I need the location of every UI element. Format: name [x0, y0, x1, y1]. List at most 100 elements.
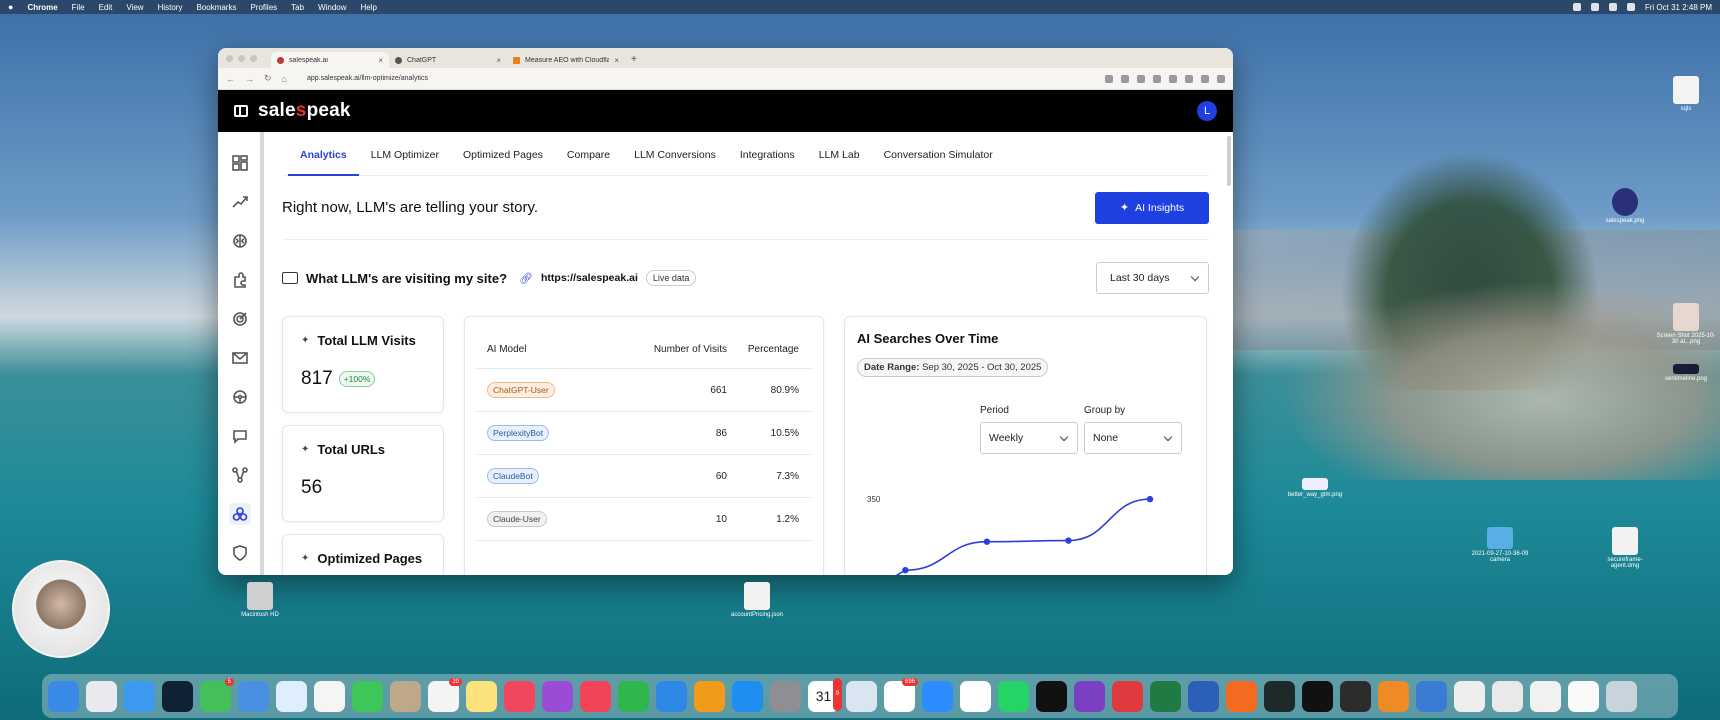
launchpad-icon[interactable] — [86, 680, 117, 712]
app-icon[interactable] — [1036, 680, 1067, 712]
apple-icon[interactable]: ● — [8, 2, 13, 12]
tab-llm-lab[interactable]: LLM Lab — [807, 149, 872, 175]
window-thumbnail[interactable] — [1492, 680, 1523, 712]
ai-insights-button[interactable]: ✦ AI Insights — [1095, 191, 1209, 224]
news-icon[interactable] — [580, 680, 611, 712]
maps-icon[interactable] — [276, 680, 307, 712]
desktop-file-screenshot[interactable]: Screen Shot 2025-10-30 at...png — [1656, 303, 1716, 345]
calendar-icon[interactable]: 31 9 — [808, 677, 842, 712]
music-icon[interactable] — [504, 680, 535, 712]
menu-help[interactable]: Help — [361, 3, 377, 12]
activity-monitor-icon[interactable] — [1264, 680, 1295, 712]
menu-tab[interactable]: Tab — [291, 3, 304, 12]
app-icon[interactable] — [1340, 680, 1371, 712]
file-icon[interactable] — [1454, 680, 1485, 712]
extension-icon[interactable] — [1169, 74, 1177, 83]
nav-dashboard-icon[interactable] — [229, 152, 251, 174]
group-by-select[interactable]: None — [1084, 422, 1182, 454]
menubar-app-name[interactable]: Chrome — [27, 3, 57, 12]
address-bar[interactable]: app.salespeak.ai/llm-optimize/analytics — [297, 71, 1095, 86]
mail-icon[interactable] — [238, 680, 269, 712]
excel-icon[interactable] — [1150, 680, 1181, 712]
data-point[interactable] — [902, 566, 909, 574]
reload-icon[interactable]: ↻ — [264, 73, 272, 84]
finder-icon[interactable] — [48, 680, 79, 712]
app-icon[interactable] — [1416, 680, 1447, 712]
app-icon[interactable] — [1112, 680, 1143, 712]
desktop-file-salespeak-png[interactable]: salespeak.png — [1595, 188, 1655, 224]
salespeak-logo[interactable]: salespeak — [258, 100, 351, 122]
zoom-window-button[interactable] — [250, 54, 257, 62]
wifi-icon[interactable] — [1608, 3, 1617, 11]
table-row[interactable]: ClaudeBot 60 7.3% — [475, 455, 813, 498]
window-thumbnail[interactable] — [1530, 680, 1561, 712]
trash-icon[interactable] — [1606, 680, 1637, 712]
status-icon[interactable] — [1590, 3, 1599, 11]
period-select[interactable]: Weekly — [980, 422, 1078, 454]
table-row[interactable]: PerplexityBot 86 10.5% — [475, 412, 813, 455]
tab-llm-optimizer[interactable]: LLM Optimizer — [359, 149, 451, 175]
messages-icon[interactable]: 5 — [200, 677, 234, 712]
app-store-icon[interactable] — [732, 680, 763, 712]
terminal-icon[interactable] — [1302, 680, 1333, 712]
table-row[interactable]: ChatGPT-User 661 80.9% — [475, 369, 813, 412]
nav-trend-icon[interactable] — [229, 191, 251, 213]
nav-puzzle-icon[interactable] — [229, 269, 251, 291]
sidebar-toggle-icon[interactable] — [234, 105, 248, 117]
zoom-icon[interactable] — [922, 680, 953, 712]
extension-icon[interactable] — [1121, 74, 1129, 83]
menu-window[interactable]: Window — [318, 3, 346, 12]
numbers-icon[interactable] — [618, 680, 649, 712]
status-icon[interactable] — [1572, 3, 1581, 11]
user-avatar[interactable]: L — [1197, 101, 1217, 121]
date-range-select[interactable]: Last 30 days — [1096, 262, 1209, 294]
settings-icon[interactable] — [770, 680, 801, 712]
app-icon[interactable] — [1226, 680, 1257, 712]
podcasts-icon[interactable] — [542, 680, 573, 712]
tab-integrations[interactable]: Integrations — [728, 149, 807, 175]
nav-chat-icon[interactable] — [229, 425, 251, 447]
photos-icon[interactable] — [314, 680, 345, 712]
word-icon[interactable] — [1188, 680, 1219, 712]
desktop-file-secureframe-dmg[interactable]: secureframe-agent.dmg — [1595, 527, 1655, 569]
profile-icon[interactable] — [1201, 74, 1209, 83]
app-icon[interactable] — [846, 680, 877, 712]
close-tab-icon[interactable]: × — [614, 56, 619, 65]
contacts-icon[interactable] — [390, 680, 421, 712]
facetime-icon[interactable] — [352, 680, 383, 712]
extension-icon[interactable] — [1105, 74, 1113, 83]
forward-icon[interactable]: → — [245, 74, 254, 84]
menu-profiles[interactable]: Profiles — [250, 3, 277, 12]
nav-network-icon[interactable] — [229, 464, 251, 486]
nav-shield-icon[interactable] — [229, 542, 251, 564]
tab-conversation-simulator[interactable]: Conversation Simulator — [872, 149, 1005, 175]
browser-tab-chatgpt[interactable]: ChatGPT × — [389, 52, 507, 68]
notes-icon[interactable] — [466, 680, 497, 712]
menu-history[interactable]: History — [158, 3, 183, 12]
scrollbar[interactable] — [1227, 136, 1231, 186]
close-tab-icon[interactable]: × — [378, 56, 383, 65]
nav-brain-icon[interactable] — [229, 230, 251, 252]
data-point[interactable] — [983, 538, 991, 545]
safari-icon[interactable] — [124, 680, 155, 712]
browser-tab-measure-aeo[interactable]: Measure AEO with Cloudfla… × — [507, 52, 625, 68]
desktop-file-account-pricing[interactable]: accountPricing.json — [727, 582, 787, 618]
app-icon[interactable] — [162, 680, 193, 712]
home-icon[interactable]: ⌂ — [282, 74, 287, 84]
tab-llm-conversions[interactable]: LLM Conversions — [622, 149, 728, 175]
search-icon[interactable] — [1626, 3, 1635, 11]
menubar-clock[interactable]: Fri Oct 31 2:48 PM — [1645, 3, 1712, 12]
menu-icon[interactable] — [1217, 74, 1225, 83]
github-icon[interactable] — [1074, 680, 1105, 712]
desktop-file-sqls[interactable]: sqls — [1656, 76, 1716, 112]
reminders-icon[interactable]: 20 — [428, 677, 462, 712]
tab-analytics[interactable]: Analytics — [288, 149, 359, 176]
minimize-window-button[interactable] — [238, 54, 245, 62]
pages-icon[interactable] — [694, 680, 725, 712]
sublime-icon[interactable] — [1378, 680, 1409, 712]
site-link[interactable]: https://salespeak.ai — [541, 272, 638, 284]
desktop-file-sentimeline[interactable]: sentimeline.png — [1656, 364, 1716, 382]
desktop-macintosh-hd[interactable]: Macintosh HD — [230, 582, 290, 618]
chrome-icon[interactable] — [960, 680, 991, 712]
new-tab-button[interactable]: + — [631, 52, 637, 68]
